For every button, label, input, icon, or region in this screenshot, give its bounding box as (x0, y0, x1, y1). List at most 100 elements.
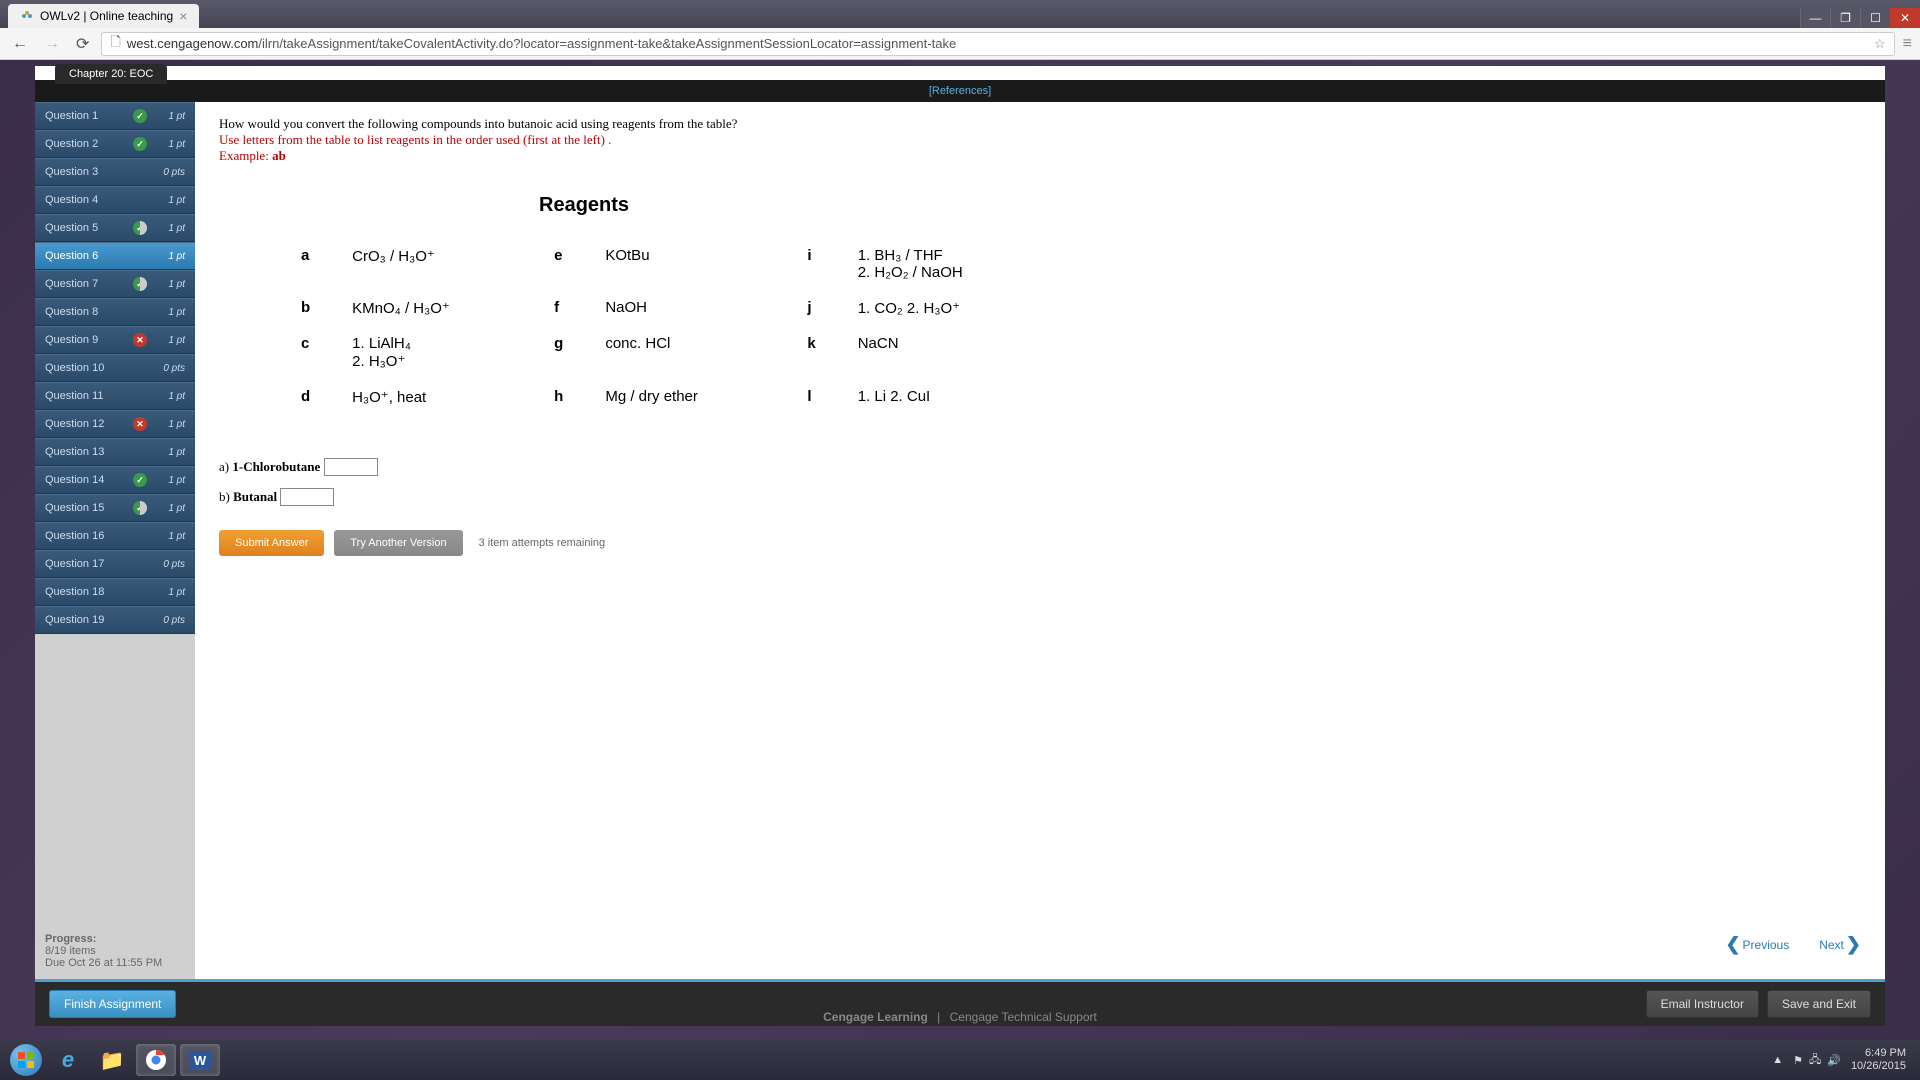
question-item-1[interactable]: Question 1✓1 pt (35, 102, 195, 130)
question-status-icon: ✓ (133, 277, 147, 291)
progress-items: 8/19 items (45, 945, 96, 957)
question-item-9[interactable]: Question 9✕1 pt (35, 326, 195, 354)
prompt-line1: How would you convert the following comp… (219, 116, 737, 131)
question-item-15[interactable]: Question 15✓1 pt (35, 494, 195, 522)
question-item-6[interactable]: Question 6 1 pt (35, 242, 195, 270)
question-status-icon (133, 585, 147, 599)
submit-answer-button[interactable]: Submit Answer (219, 530, 324, 556)
question-item-13[interactable]: Question 131 pt (35, 438, 195, 466)
tray-show-hidden-icon[interactable]: ▲ (1772, 1054, 1783, 1066)
question-item-2[interactable]: Question 2✓1 pt (35, 130, 195, 158)
question-points: 1 pt (155, 391, 185, 402)
footer: Cengage Learning | Cengage Technical Sup… (0, 998, 1920, 1036)
top-bar: [References] (35, 80, 1885, 102)
reagent-value: 1. LiAlH₄ 2. H₃O⁺ (332, 327, 532, 378)
chevron-right-icon: ❯ (1846, 934, 1861, 955)
taskbar-explorer-icon[interactable]: 📁 (92, 1044, 132, 1076)
question-points: 1 pt (155, 251, 185, 262)
tab-bar: OWLv2 | Online teaching × — ❐ ☐ ✕ (0, 0, 1920, 28)
reagent-value: KOtBu (585, 239, 785, 289)
question-item-7[interactable]: Question 7✓1 pt (35, 270, 195, 298)
question-label: Question 6 (45, 250, 125, 262)
next-link[interactable]: Next❯ (1819, 934, 1861, 955)
question-item-4[interactable]: Question 41 pt (35, 186, 195, 214)
question-item-19[interactable]: Question 190 pts (35, 606, 195, 634)
progress-due: Due Oct 26 at 11:55 PM (45, 957, 162, 969)
answer-row-a: a) 1-Chlorobutane (219, 458, 1861, 476)
question-status-icon (133, 445, 147, 459)
question-points: 1 pt (155, 111, 185, 122)
footer-brand[interactable]: Cengage Learning (823, 1010, 928, 1024)
chrome-menu-icon[interactable]: ≡ (1903, 35, 1912, 53)
question-label: Question 10 (45, 362, 125, 374)
question-label: Question 4 (45, 194, 125, 206)
question-label: Question 3 (45, 166, 125, 178)
answer-a-input[interactable] (324, 458, 378, 476)
back-button[interactable]: ← (8, 35, 32, 53)
tray-volume-icon[interactable]: 🔊 (1827, 1054, 1841, 1067)
question-item-10[interactable]: Question 10 0 pts (35, 354, 195, 382)
window-minimize[interactable]: — (1800, 8, 1830, 28)
button-row: Submit Answer Try Another Version 3 item… (219, 530, 1861, 556)
address-bar: ← → ⟳ 🗋 west.cengagenow.com/ilrn/takeAss… (0, 28, 1920, 60)
try-another-button[interactable]: Try Another Version (334, 530, 462, 556)
browser-chrome: OWLv2 | Online teaching × — ❐ ☐ ✕ ← → ⟳ … (0, 0, 1920, 60)
reload-button[interactable]: ⟳ (72, 34, 93, 54)
reagent-value: NaOH (585, 291, 785, 325)
taskbar-word-icon[interactable]: W (180, 1044, 220, 1076)
window-close[interactable]: ✕ (1890, 8, 1920, 28)
url-domain: west.cengagenow.com (127, 36, 259, 51)
bookmark-star-icon[interactable]: ☆ (1874, 36, 1886, 52)
tray-flag-icon[interactable]: ⚑ (1793, 1054, 1803, 1067)
reagent-letter: f (534, 291, 583, 325)
browser-tab[interactable]: OWLv2 | Online teaching × (8, 4, 199, 28)
question-item-5[interactable]: Question 5✓1 pt (35, 214, 195, 242)
windows-taskbar: e 📁 W ▲ ⚑ 🖧 🔊 6:49 PM 10/26/2015 (0, 1040, 1920, 1080)
question-label: Question 2 (45, 138, 125, 150)
question-status-icon (133, 361, 147, 375)
question-status-icon: ✕ (133, 333, 147, 347)
question-label: Question 17 (45, 558, 125, 570)
taskbar-ie-icon[interactable]: e (48, 1044, 88, 1076)
footer-support[interactable]: Cengage Technical Support (950, 1010, 1097, 1024)
reagent-letter: l (787, 380, 835, 414)
system-tray: ▲ ⚑ 🖧 🔊 6:49 PM 10/26/2015 (1772, 1047, 1914, 1073)
start-button[interactable] (6, 1040, 46, 1080)
references-link[interactable]: [References] (929, 85, 991, 97)
reagent-letter: i (787, 239, 835, 289)
pager: ❮Previous Next❯ (1725, 934, 1861, 955)
tray-clock[interactable]: 6:49 PM 10/26/2015 (1851, 1047, 1906, 1073)
question-points: 1 pt (155, 223, 185, 234)
tray-date: 10/26/2015 (1851, 1060, 1906, 1073)
window-restore[interactable]: ❐ (1830, 8, 1860, 28)
question-item-11[interactable]: Question 111 pt (35, 382, 195, 410)
question-points: 0 pts (155, 167, 185, 178)
prompt-line3-prefix: Example: (219, 148, 272, 163)
answer-b-compound: Butanal (233, 489, 277, 504)
question-item-8[interactable]: Question 81 pt (35, 298, 195, 326)
tab-close-icon[interactable]: × (179, 8, 187, 24)
tray-network-icon[interactable]: 🖧 (1809, 1051, 1821, 1070)
reagent-letter: e (534, 239, 583, 289)
window-maximize[interactable]: ☐ (1860, 8, 1890, 28)
question-points: 0 pts (155, 363, 185, 374)
answer-b-input[interactable] (280, 488, 334, 506)
question-status-icon: ✓ (133, 501, 147, 515)
question-item-16[interactable]: Question 161 pt (35, 522, 195, 550)
question-item-14[interactable]: Question 14✓1 pt (35, 466, 195, 494)
question-item-12[interactable]: Question 12✕1 pt (35, 410, 195, 438)
window-controls: — ❐ ☐ ✕ (1800, 8, 1920, 28)
question-item-17[interactable]: Question 170 pts (35, 550, 195, 578)
question-item-18[interactable]: Question 181 pt (35, 578, 195, 606)
chapter-tab[interactable]: Chapter 20: EOC (55, 64, 167, 84)
reagents-table: aCrO₃ / H₃O⁺eKOtBui1. BH₃ / THF 2. H₂O₂ … (279, 237, 1040, 416)
forward-button[interactable]: → (40, 35, 64, 53)
chevron-left-icon: ❮ (1725, 934, 1740, 955)
reagent-value: conc. HCl (585, 327, 785, 378)
progress-label: Progress: (45, 933, 96, 945)
question-points: 1 pt (155, 139, 185, 150)
url-input[interactable]: 🗋 west.cengagenow.com/ilrn/takeAssignmen… (101, 32, 1894, 56)
previous-link[interactable]: ❮Previous (1725, 934, 1789, 955)
taskbar-chrome-icon[interactable] (136, 1044, 176, 1076)
question-item-3[interactable]: Question 3 0 pts (35, 158, 195, 186)
